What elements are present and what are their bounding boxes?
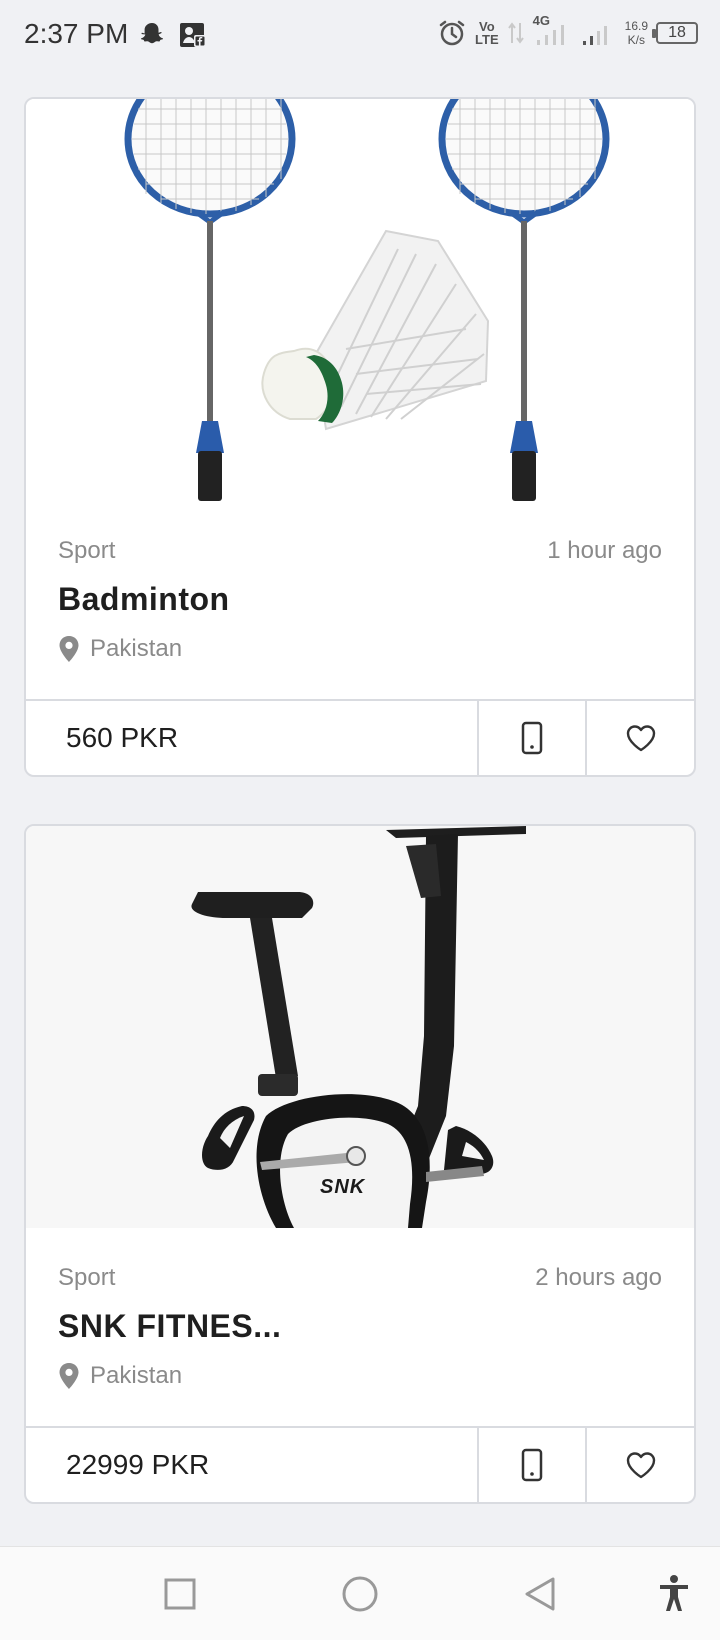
alarm-icon [439,20,465,46]
heart-icon [626,725,655,752]
square-icon [164,1578,196,1610]
accessibility-icon [660,1575,688,1611]
location-pin-icon [59,636,79,662]
listing-image[interactable]: SNK [26,826,694,1228]
status-time: 2:37 PM [24,18,129,49]
listing-title[interactable]: SNK FITNES... [58,1308,281,1345]
phone-icon [521,1448,543,1482]
listing-footer: 560 PKR [26,699,694,775]
status-notification-icons [138,20,208,50]
signal-strength-icon-2 [582,26,607,45]
listing-card[interactable]: SNK Sport 2 hours ago SNK FITNES... Paki… [24,824,696,1504]
volte-indicator: Vo LTE [475,20,499,46]
data-transfer-icon [507,22,524,44]
exercise-bike-image [191,826,526,1228]
triangle-back-icon [525,1577,555,1611]
snapchat-icon [140,23,164,44]
listing-category: Sport [58,1264,116,1291]
favorite-button[interactable] [587,1428,694,1502]
listing-location-text: Pakistan [90,1362,183,1389]
facebook-contact-icon [180,23,206,47]
home-button[interactable] [337,1571,383,1617]
listing-time: 1 hour ago [547,537,662,564]
listing-location-text: Pakistan [90,635,183,662]
listing-time: 2 hours ago [535,1264,662,1291]
listing-title[interactable]: Badminton [58,581,230,618]
system-navigation-bar [0,1546,720,1640]
recent-apps-button[interactable] [157,1571,203,1617]
network-speed-unit: K/s [627,33,645,47]
volte-lte-label: LTE [475,32,499,47]
listing-image[interactable] [26,99,694,501]
location-pin-icon [59,1363,79,1389]
heart-icon [626,1452,655,1479]
listing-location: Pakistan [58,635,182,663]
network-speed-value: 16.9 [624,19,648,33]
accessibility-button[interactable] [651,1571,697,1617]
phone-icon [521,721,543,755]
signal-4g: 4G [533,14,573,48]
signal-strength-icon-1 [536,25,564,45]
status-system-icons: Vo LTE 4G 16.9 K/s 18 [437,14,698,48]
listing-location: Pakistan [58,1362,182,1390]
call-button[interactable] [479,1428,587,1502]
listing-card[interactable]: Sport 1 hour ago Badminton Pakistan 560 … [24,97,696,777]
listing-footer: 22999 PKR [26,1426,694,1502]
network-speed: 16.9 K/s [625,19,648,47]
back-button[interactable] [517,1571,563,1617]
favorite-button[interactable] [587,701,694,775]
listing-category: Sport [58,537,116,564]
bike-brand-label: SNK [320,1176,366,1198]
battery-indicator: 18 [652,22,698,44]
status-bar: 2:37 PM Vo LTE 4G 16.9 K/s 18 [0,0,720,72]
listing-price: 22999 PKR [26,1428,479,1502]
listing-details: Sport 1 hour ago Badminton Pakistan [26,501,694,701]
circle-icon [342,1576,378,1612]
call-button[interactable] [479,701,587,775]
listing-details: Sport 2 hours ago SNK FITNES... Pakistan [26,1228,694,1428]
listing-price: 560 PKR [26,701,479,775]
badminton-image [124,99,610,501]
